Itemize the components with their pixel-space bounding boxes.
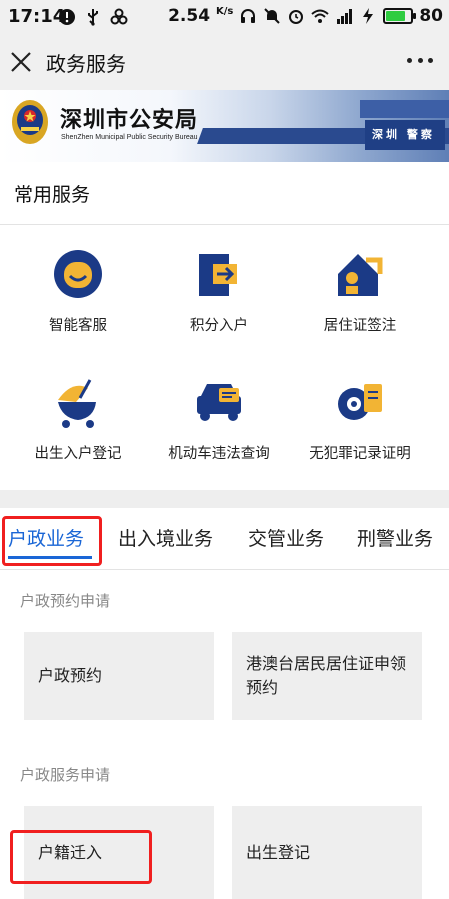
more-menu-icon[interactable] — [407, 58, 433, 66]
service-birth-registration[interactable]: 出生入户登记 — [8, 374, 148, 463]
birth-registration-icon — [58, 379, 96, 428]
alarm-icon — [289, 10, 304, 24]
wifi-icon — [311, 9, 329, 23]
network-speed: 2.54 K/s — [168, 6, 234, 26]
banner-photo-text: 深圳 警察 — [372, 128, 435, 141]
service-label: 居住证签注 — [323, 318, 397, 334]
service-no-criminal-record[interactable]: 无犯罪记录证明 — [290, 374, 430, 463]
police-banner: 深圳 警察 深圳市公安局 ShenZhen Municipal Public S… — [0, 90, 449, 162]
card-birth-registration[interactable]: 出生登记 — [232, 806, 422, 899]
service-points-household[interactable]: 积分入户 — [149, 246, 289, 335]
status-bar: 17:14 2.54 K/s 80 — [0, 0, 449, 34]
vehicle-violation-icon — [197, 384, 241, 421]
divider — [0, 224, 449, 225]
tab-entry-exit[interactable]: 出入境业务 — [118, 524, 213, 551]
battery-percent: 80 — [419, 6, 443, 26]
banner-subtitle: ShenZhen Municipal Public Security Burea… — [61, 134, 198, 141]
tab-traffic[interactable]: 交管业务 — [248, 524, 324, 551]
points-household-icon — [199, 254, 237, 296]
status-time: 17:14 — [8, 6, 66, 27]
card-label: 出生登记 — [246, 842, 311, 862]
card-hkmt-permit-appointment[interactable]: 港澳台居民居住证申领预约 — [232, 632, 422, 720]
section-title: 户政服务申请 — [20, 766, 111, 784]
page-title: 政务服务 — [46, 52, 126, 76]
service-vehicle-violation[interactable]: 机动车违法查询 — [149, 374, 289, 463]
service-label: 机动车违法查询 — [168, 446, 270, 462]
section-title: 户政预约申请 — [20, 592, 111, 610]
no-criminal-record-icon — [338, 384, 382, 420]
close-icon[interactable] — [10, 51, 32, 73]
service-label: 智能客服 — [49, 318, 107, 334]
usb-icon — [88, 9, 98, 26]
service-label: 无犯罪记录证明 — [309, 446, 411, 462]
card-label: 港澳台居民居住证申领预约 — [246, 654, 407, 697]
common-services-title: 常用服务 — [14, 184, 91, 206]
highlight-box — [2, 516, 102, 566]
link-icon — [110, 8, 128, 25]
card-label: 户政预约 — [38, 666, 103, 685]
smart-service-icon — [54, 250, 102, 298]
card-household-appointment[interactable]: 户政预约 — [24, 632, 214, 720]
nav-bar: 政务服务 — [0, 34, 449, 90]
divider — [0, 569, 449, 570]
mute-bell-icon — [264, 8, 281, 24]
service-label: 出生入户登记 — [34, 446, 122, 462]
banner-title: 深圳市公安局 — [60, 108, 199, 133]
headset-icon — [241, 9, 256, 23]
battery-icon — [383, 8, 417, 24]
service-smart-service[interactable]: 智能客服 — [8, 246, 148, 335]
signal-4g-icon — [337, 9, 353, 24]
section-separator — [0, 490, 449, 508]
tab-criminal[interactable]: 刑警业务 — [357, 524, 433, 551]
charging-icon — [363, 8, 374, 24]
police-badge-icon — [12, 100, 48, 144]
residence-permit-icon — [338, 254, 383, 296]
highlight-box — [10, 830, 152, 884]
service-label: 积分入户 — [190, 318, 248, 334]
notification-icon — [59, 9, 75, 25]
service-residence-permit[interactable]: 居住证签注 — [290, 246, 430, 335]
